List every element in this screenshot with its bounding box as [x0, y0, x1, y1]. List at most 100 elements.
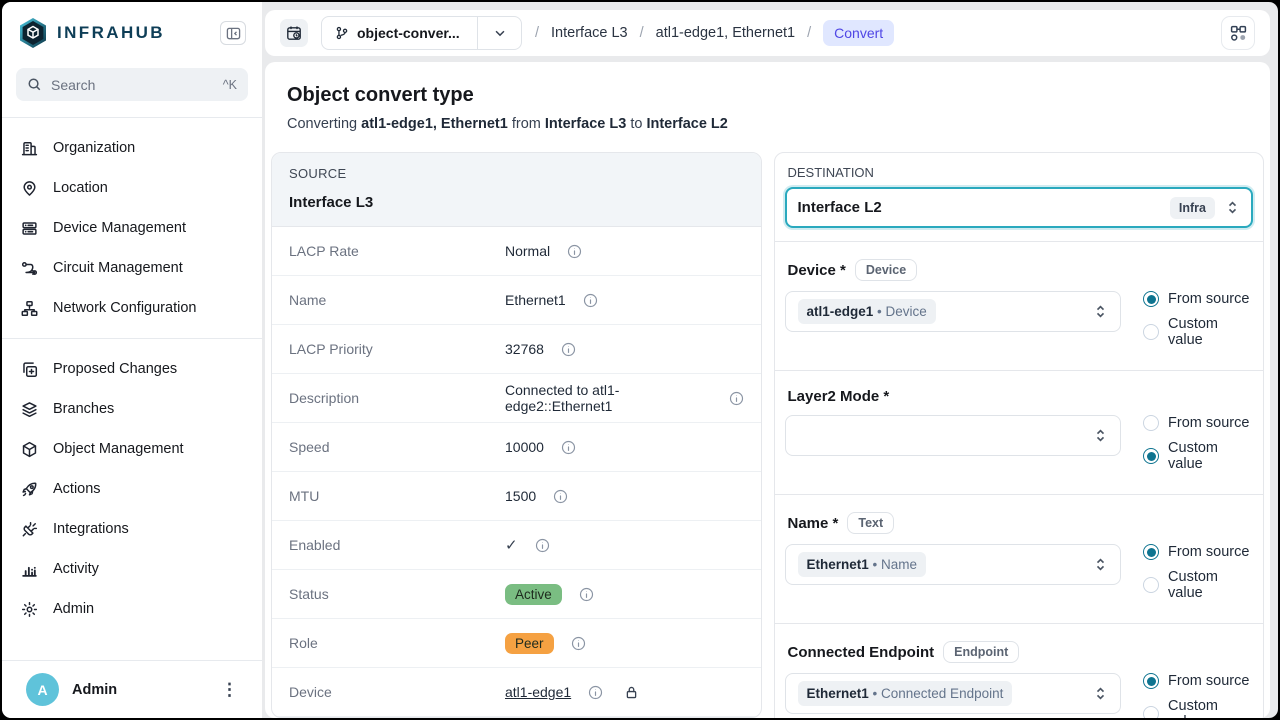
- subtitle-from-type: Interface L3: [545, 116, 626, 132]
- diff-icon: [21, 360, 39, 378]
- attribute-label: Role: [289, 635, 505, 651]
- info-icon[interactable]: [535, 538, 550, 553]
- branch-dropdown-toggle[interactable]: [477, 17, 521, 49]
- from-source-radio[interactable]: From source: [1143, 415, 1253, 431]
- sidebar-item-integrations[interactable]: Integrations: [2, 509, 262, 549]
- source-row-mtu: MTU 1500: [272, 472, 761, 521]
- attribute-text-value: 1500: [505, 488, 536, 504]
- subtitle-object: atl1-edge1, Ethernet1: [361, 116, 508, 132]
- breadcrumb-current-page: Convert: [823, 20, 894, 46]
- sidebar-item-organization[interactable]: Organization: [2, 128, 262, 168]
- field-kind-badge: Endpoint: [943, 641, 1019, 663]
- sidebar-item-network-configuration[interactable]: Network Configuration: [2, 288, 262, 328]
- breadcrumb-item-object[interactable]: atl1-edge1, Ethernet1: [656, 25, 795, 41]
- user-menu: A Admin ⋮: [2, 660, 262, 718]
- namespace-badge: Infra: [1170, 197, 1215, 219]
- custom-value-radio[interactable]: Custom value: [1143, 440, 1253, 472]
- attribute-text-value: Connected to atl1-edge2::Ethernet1: [505, 382, 712, 414]
- from-source-radio[interactable]: From source: [1143, 544, 1253, 560]
- info-icon[interactable]: [553, 489, 568, 504]
- sidebar-item-actions[interactable]: Actions: [2, 469, 262, 509]
- source-row-status: Status Active: [272, 570, 761, 619]
- custom-value-radio[interactable]: Custom value: [1143, 698, 1253, 718]
- info-icon[interactable]: [579, 587, 594, 602]
- attribute-value: 10000: [505, 439, 576, 455]
- sidebar-item-device-management[interactable]: Device Management: [2, 208, 262, 248]
- sidebar-item-branches[interactable]: Branches: [2, 389, 262, 429]
- sidebar-item-circuit-management[interactable]: Circuit Management: [2, 248, 262, 288]
- info-icon[interactable]: [571, 636, 586, 651]
- destination-field-device: Device * Device atl1-edge1 • Device From…: [775, 241, 1264, 370]
- search-shortcut: ^K: [223, 78, 237, 92]
- search-input[interactable]: Search ^K: [16, 68, 248, 101]
- panel-collapse-icon: [226, 26, 241, 41]
- info-icon[interactable]: [588, 685, 603, 700]
- field-value-select[interactable]: Ethernet1 • Connected Endpoint: [785, 673, 1122, 714]
- enabled-check-icon: ✓: [505, 536, 518, 554]
- attribute-label: LACP Priority: [289, 341, 505, 357]
- custom-value-radio[interactable]: Custom value: [1143, 316, 1253, 348]
- chevron-down-icon: [493, 26, 507, 40]
- info-icon[interactable]: [583, 293, 598, 308]
- destination-type-select[interactable]: Interface L2 Infra: [785, 187, 1254, 228]
- user-options-kebab-icon[interactable]: ⋮: [213, 678, 246, 702]
- schema-visualizer-button[interactable]: [1221, 16, 1255, 50]
- field-label: Connected Endpoint: [788, 644, 935, 661]
- branch-selector[interactable]: object-conver...: [321, 16, 522, 50]
- attribute-text-value: Normal: [505, 243, 550, 259]
- sidebar-collapse-button[interactable]: [220, 21, 246, 45]
- sidebar-item-object-management[interactable]: Object Management: [2, 429, 262, 469]
- attribute-label: Device: [289, 684, 505, 700]
- sidebar: INFRAHUB Search ^K Organization Location…: [2, 2, 262, 718]
- info-icon[interactable]: [729, 391, 744, 406]
- attribute-text-value: Ethernet1: [505, 292, 566, 308]
- chevron-up-down-icon: [1093, 304, 1108, 319]
- sidebar-item-proposed-changes[interactable]: Proposed Changes: [2, 349, 262, 389]
- destination-panel: DESTINATION Interface L2 Infra Device * …: [774, 152, 1265, 718]
- from-source-radio[interactable]: From source: [1143, 291, 1253, 307]
- related-object-link[interactable]: atl1-edge1: [505, 684, 571, 700]
- app-window: INFRAHUB Search ^K Organization Location…: [2, 2, 1278, 718]
- chevron-up-down-icon: [1225, 200, 1240, 215]
- attribute-text-value: 32768: [505, 341, 544, 357]
- chevron-up-down-icon: [1093, 557, 1108, 572]
- from-source-radio[interactable]: From source: [1143, 673, 1253, 689]
- custom-value-radio[interactable]: Custom value: [1143, 569, 1253, 601]
- source-row-role: Role Peer: [272, 619, 761, 668]
- sidebar-item-activity[interactable]: Activity: [2, 549, 262, 589]
- attribute-value: atl1-edge1: [505, 684, 639, 700]
- layers-icon: [21, 400, 39, 418]
- cube-icon: [21, 440, 39, 458]
- lock-icon: [624, 685, 639, 700]
- sidebar-item-location[interactable]: Location: [2, 168, 262, 208]
- attribute-value: Normal: [505, 243, 582, 259]
- source-row-speed: Speed 10000: [272, 423, 761, 472]
- field-value-chip: Ethernet1 • Connected Endpoint: [798, 681, 1013, 706]
- brand-logo: INFRAHUB: [18, 17, 210, 49]
- field-value-select[interactable]: atl1-edge1 • Device: [785, 291, 1122, 332]
- search-placeholder: Search: [51, 77, 214, 93]
- info-icon[interactable]: [561, 342, 576, 357]
- attribute-value: Peer: [505, 633, 586, 654]
- attribute-label: Description: [289, 390, 505, 406]
- status-badge: Active: [505, 584, 562, 605]
- server-icon: [21, 219, 39, 237]
- sidebar-item-admin[interactable]: Admin: [2, 589, 262, 629]
- breadcrumb-item-schema[interactable]: Interface L3: [551, 25, 628, 41]
- time-travel-button[interactable]: [280, 19, 308, 47]
- source-row-lacp-priority: LACP Priority 32768: [272, 325, 761, 374]
- destination-field-layer2-mode: Layer2 Mode * From source Custom value: [775, 370, 1264, 494]
- attribute-label: Status: [289, 586, 505, 602]
- attribute-label: MTU: [289, 488, 505, 504]
- destination-field-connected-endpoint: Connected Endpoint Endpoint Ethernet1 • …: [775, 623, 1264, 718]
- info-icon[interactable]: [561, 440, 576, 455]
- attribute-value: Active: [505, 584, 594, 605]
- field-value-select[interactable]: [785, 415, 1122, 456]
- field-value-select[interactable]: Ethernet1 • Name: [785, 544, 1122, 585]
- destination-type-value: Interface L2: [798, 199, 1160, 216]
- status-badge: Peer: [505, 633, 554, 654]
- attribute-label: LACP Rate: [289, 243, 505, 259]
- field-kind-badge: Text: [847, 512, 894, 534]
- info-icon[interactable]: [567, 244, 582, 259]
- chevron-up-down-icon: [1093, 428, 1108, 443]
